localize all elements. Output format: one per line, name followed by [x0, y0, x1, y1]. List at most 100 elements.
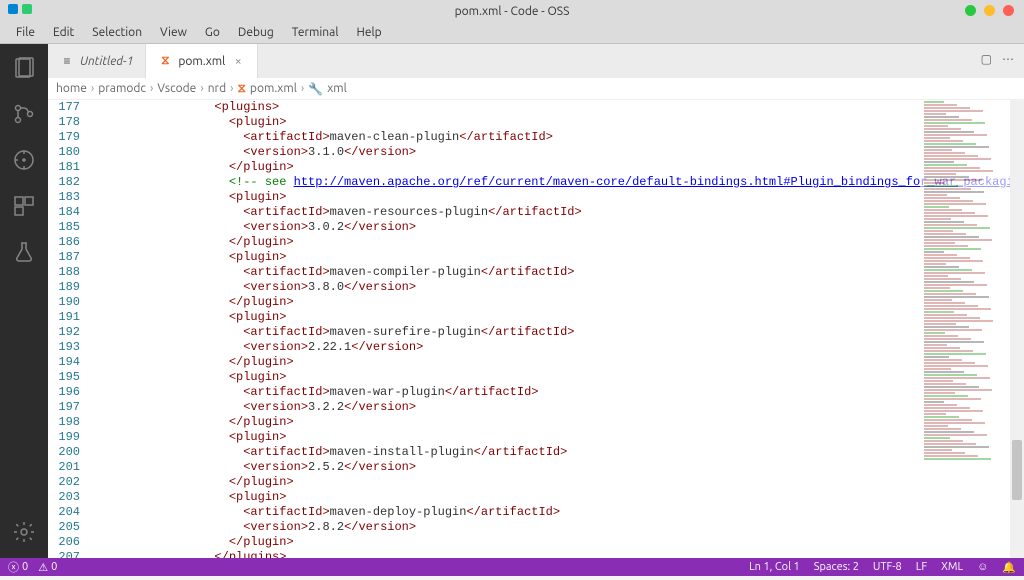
- status-eol[interactable]: LF: [916, 561, 927, 573]
- menu-debug[interactable]: Debug: [230, 24, 282, 41]
- code-line[interactable]: <artifactId>maven-resources-plugin</arti…: [128, 205, 1024, 220]
- code-line[interactable]: <version>3.0.2</version>: [128, 220, 1024, 235]
- code-line[interactable]: <version>3.8.0</version>: [128, 280, 1024, 295]
- code-line[interactable]: <artifactId>maven-compiler-plugin</artif…: [128, 265, 1024, 280]
- breadcrumb[interactable]: home›pramodc›Vscode›nrd›⧖ pom.xml›🔧 xml: [48, 78, 1024, 100]
- line-number: 199: [48, 430, 80, 445]
- line-number: 206: [48, 535, 80, 550]
- code-line[interactable]: <plugin>: [128, 370, 1024, 385]
- code-line[interactable]: <plugin>: [128, 430, 1024, 445]
- breadcrumb-item[interactable]: 🔧 xml: [308, 82, 347, 96]
- warning-count: 0: [51, 561, 57, 573]
- code-line[interactable]: <artifactId>maven-install-plugin</artifa…: [128, 445, 1024, 460]
- code-line[interactable]: <!-- see http://maven.apache.org/ref/cur…: [128, 175, 1024, 190]
- extensions-icon[interactable]: [10, 192, 38, 220]
- debug-icon[interactable]: [10, 146, 38, 174]
- menu-help[interactable]: Help: [348, 24, 389, 41]
- menu-view[interactable]: View: [152, 24, 195, 41]
- line-number: 182: [48, 175, 80, 190]
- status-encoding[interactable]: UTF-8: [873, 561, 902, 573]
- line-number: 203: [48, 490, 80, 505]
- code-line[interactable]: <artifactId>maven-surefire-plugin</artif…: [128, 325, 1024, 340]
- code-line[interactable]: <version>2.5.2</version>: [128, 460, 1024, 475]
- chevron-right-icon: ›: [150, 82, 153, 95]
- menu-terminal[interactable]: Terminal: [284, 24, 347, 41]
- explorer-icon[interactable]: [10, 54, 38, 82]
- close-icon[interactable]: ×: [231, 54, 245, 68]
- split-editor-icon[interactable]: ▢: [981, 52, 992, 66]
- code-line[interactable]: <plugin>: [128, 490, 1024, 505]
- breadcrumb-item[interactable]: pramodc: [98, 82, 146, 95]
- code-line[interactable]: <plugin>: [128, 115, 1024, 130]
- breadcrumb-item[interactable]: home: [56, 82, 87, 95]
- minimap[interactable]: [920, 100, 1010, 558]
- line-number: 198: [48, 415, 80, 430]
- line-number: 192: [48, 325, 80, 340]
- code-line[interactable]: </plugin>: [128, 535, 1024, 550]
- code-line[interactable]: <plugin>: [128, 310, 1024, 325]
- status-feedback-icon[interactable]: ☺: [977, 561, 988, 573]
- more-actions-icon[interactable]: ⋯: [1002, 52, 1014, 66]
- wrench-icon: 🔧: [308, 82, 323, 96]
- code-line[interactable]: </plugin>: [128, 295, 1024, 310]
- breadcrumb-item[interactable]: Vscode: [157, 82, 196, 95]
- menu-selection[interactable]: Selection: [84, 24, 150, 41]
- code-line[interactable]: </plugins>: [128, 550, 1024, 558]
- editor-area[interactable]: 1771781791801811821831841851861871881891…: [48, 100, 1024, 558]
- status-bell-icon[interactable]: 🔔: [1002, 561, 1016, 574]
- code-line[interactable]: </plugin>: [128, 355, 1024, 370]
- code-line[interactable]: <plugin>: [128, 250, 1024, 265]
- status-errors[interactable]: ⓧ 0: [8, 559, 28, 575]
- tab-label: pom.xml: [178, 55, 225, 68]
- window-title: pom.xml - Code - OSS: [455, 5, 570, 18]
- menu-edit[interactable]: Edit: [45, 24, 82, 41]
- breadcrumb-item[interactable]: nrd: [208, 82, 226, 95]
- code-line[interactable]: <artifactId>maven-clean-plugin</artifact…: [128, 130, 1024, 145]
- status-language[interactable]: XML: [941, 561, 963, 573]
- line-number: 181: [48, 160, 80, 175]
- code-line[interactable]: <version>3.1.0</version>: [128, 145, 1024, 160]
- vertical-scrollbar[interactable]: [1010, 100, 1024, 558]
- scrollbar-thumb[interactable]: [1012, 440, 1022, 500]
- code-line[interactable]: </plugin>: [128, 160, 1024, 175]
- menu-file[interactable]: File: [8, 24, 43, 41]
- code-line[interactable]: </plugin>: [128, 235, 1024, 250]
- minimize-button[interactable]: [965, 5, 976, 16]
- code-line[interactable]: <plugins>: [128, 100, 1024, 115]
- code-line[interactable]: <artifactId>maven-war-plugin</artifactId…: [128, 385, 1024, 400]
- settings-icon[interactable]: [10, 518, 38, 546]
- breadcrumb-item[interactable]: ⧖ pom.xml: [237, 82, 296, 96]
- title-app-icons: [8, 4, 32, 14]
- activity-bar: [0, 44, 48, 558]
- code-line[interactable]: <artifactId>maven-deploy-plugin</artifac…: [128, 505, 1024, 520]
- code-line[interactable]: </plugin>: [128, 415, 1024, 430]
- close-button[interactable]: [1003, 5, 1014, 16]
- line-number: 178: [48, 115, 80, 130]
- code-line[interactable]: </plugin>: [128, 475, 1024, 490]
- line-number: 183: [48, 190, 80, 205]
- fold-gutter: [94, 100, 128, 558]
- app-icon-dot: [22, 4, 32, 14]
- source-control-icon[interactable]: [10, 100, 38, 128]
- code-content[interactable]: <plugins> <plugin> <artifactId>maven-cle…: [128, 100, 1024, 558]
- maximize-button[interactable]: [984, 5, 995, 16]
- status-warnings[interactable]: ⚠ 0: [38, 561, 57, 574]
- statusbar: ⓧ 0 ⚠ 0 Ln 1, Col 1 Spaces: 2 UTF-8 LF X…: [0, 558, 1024, 576]
- tab-pom-xml[interactable]: ⧖pom.xml×: [146, 44, 258, 78]
- tab-untitled-1[interactable]: ≡Untitled-1: [48, 44, 146, 78]
- status-line-col[interactable]: Ln 1, Col 1: [749, 561, 800, 573]
- line-number: 190: [48, 295, 80, 310]
- code-line[interactable]: <version>2.8.2</version>: [128, 520, 1024, 535]
- titlebar: pom.xml - Code - OSS: [0, 0, 1024, 22]
- window-controls: [965, 5, 1014, 16]
- code-line[interactable]: <version>3.2.2</version>: [128, 400, 1024, 415]
- error-count: 0: [22, 561, 28, 573]
- editor-tabs: ≡Untitled-1⧖pom.xml× ▢ ⋯: [48, 44, 1024, 78]
- code-line[interactable]: <plugin>: [128, 190, 1024, 205]
- line-number: 184: [48, 205, 80, 220]
- code-line[interactable]: <version>2.22.1</version>: [128, 340, 1024, 355]
- menu-go[interactable]: Go: [197, 24, 228, 41]
- status-indent[interactable]: Spaces: 2: [814, 561, 859, 573]
- testing-icon[interactable]: [10, 238, 38, 266]
- file-icon: ≡: [60, 54, 74, 68]
